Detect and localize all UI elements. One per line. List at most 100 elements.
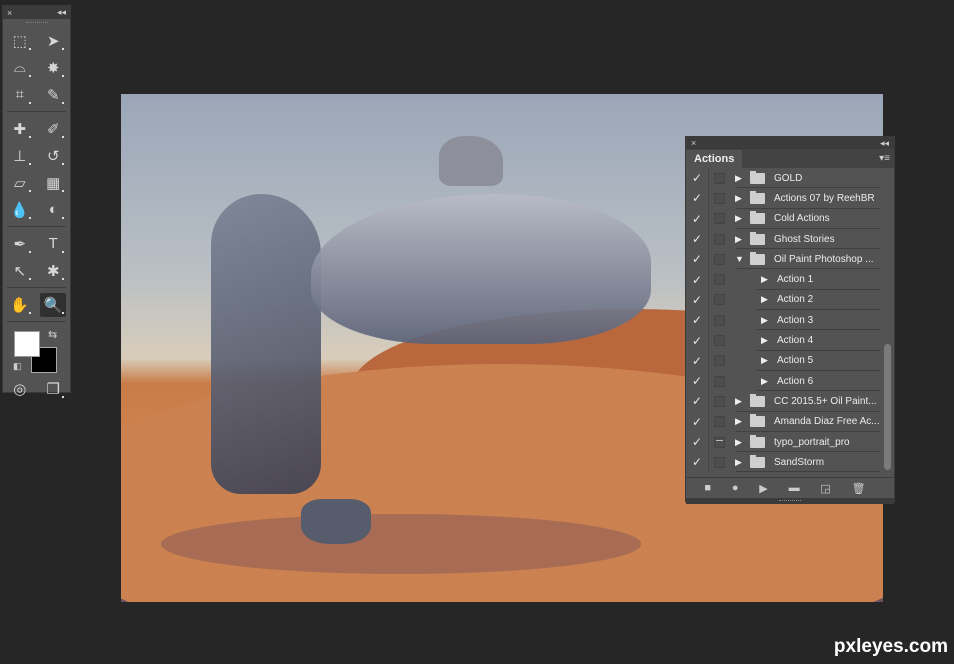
screen-mode-icon[interactable]: ❐	[40, 377, 66, 401]
dialog-toggle[interactable]	[714, 335, 725, 347]
action-item[interactable]: ✓ ▶ Action 6	[686, 370, 894, 392]
eyedropper-tool-icon[interactable]: ✎	[40, 83, 66, 107]
resize-grip[interactable]	[686, 498, 894, 504]
toggle-checkmark-icon[interactable]: ✓	[686, 293, 708, 307]
toggle-checkmark-icon[interactable]: ✓	[686, 212, 708, 226]
panel-menu-icon[interactable]: ▾≡	[879, 153, 890, 164]
action-item[interactable]: ✓ ▶ Action 2	[686, 289, 894, 311]
disclosure-closed-icon[interactable]: ▶	[735, 193, 745, 204]
foreground-color-swatch[interactable]	[14, 331, 40, 357]
disclosure-closed-icon[interactable]: ▶	[735, 416, 745, 427]
dialog-toggle[interactable]	[714, 375, 725, 387]
disclosure-closed-icon[interactable]: ▶	[761, 274, 771, 285]
magic-wand-tool-icon[interactable]: ✸	[40, 56, 66, 80]
toggle-checkmark-icon[interactable]: ✓	[686, 232, 708, 246]
scrollbar[interactable]	[884, 174, 891, 474]
toggle-checkmark-icon[interactable]: ✓	[686, 191, 708, 205]
eraser-tool-icon[interactable]: ▱	[7, 171, 33, 195]
rectangular-marquee-tool-icon[interactable]: ⬚	[7, 29, 33, 53]
play-icon[interactable]: ▶	[759, 482, 767, 495]
toggle-checkmark-icon[interactable]: ✓	[686, 455, 708, 469]
action-set-item[interactable]: ✓ ▶ GOLD	[686, 168, 894, 189]
delete-icon[interactable]: 🗑	[852, 482, 866, 495]
action-set-item[interactable]: ✓ ▶ CC 2015.5+ Oil Paint...	[686, 391, 894, 412]
dialog-toggle[interactable]	[714, 436, 725, 448]
dialog-toggle[interactable]	[714, 253, 725, 265]
quick-mask-icon[interactable]: ◎	[7, 377, 33, 401]
actions-titlebar[interactable]: × ◂◂	[686, 137, 894, 149]
tab-actions[interactable]: Actions	[686, 150, 743, 168]
blur-tool-icon[interactable]: 💧	[7, 198, 33, 222]
disclosure-closed-icon[interactable]: ▶	[735, 457, 745, 468]
pen-tool-icon[interactable]: ✒	[7, 232, 33, 256]
dialog-toggle[interactable]	[714, 294, 725, 306]
record-icon[interactable]: ●	[732, 482, 739, 494]
clone-stamp-tool-icon[interactable]: ⊥	[7, 144, 33, 168]
dialog-toggle[interactable]	[714, 456, 725, 468]
path-selection-tool-icon[interactable]: ↖	[7, 259, 33, 283]
action-set-item[interactable]: ✓ ▶ Cold Actions	[686, 208, 894, 229]
brush-tool-icon[interactable]: ✐	[40, 117, 66, 141]
disclosure-closed-icon[interactable]: ▶	[761, 355, 771, 366]
disclosure-closed-icon[interactable]: ▶	[761, 335, 771, 346]
polygonal-lasso-tool-icon[interactable]: ⌓	[7, 56, 33, 80]
action-set-item[interactable]: ✓ ▼ Oil Paint Photoshop ...	[686, 249, 894, 270]
disclosure-closed-icon[interactable]: ▶	[761, 294, 771, 305]
action-item[interactable]: ✓ ▶ Action 3	[686, 310, 894, 331]
dialog-toggle[interactable]	[714, 416, 725, 428]
dialog-toggle[interactable]	[714, 192, 725, 204]
disclosure-closed-icon[interactable]: ▶	[735, 437, 745, 448]
type-tool-icon[interactable]: T	[40, 232, 66, 256]
swap-colors-icon[interactable]: ⇆	[48, 328, 57, 341]
dialog-toggle[interactable]	[714, 395, 725, 407]
collapse-icon[interactable]: ◂◂	[880, 138, 889, 149]
dialog-toggle[interactable]	[714, 233, 725, 245]
disclosure-closed-icon[interactable]: ▶	[735, 234, 745, 245]
action-item[interactable]: ✓ ▶ Action 1	[686, 269, 894, 290]
new-set-icon[interactable]: ▬	[789, 482, 800, 494]
dialog-toggle[interactable]	[714, 213, 725, 225]
action-set-item[interactable]: ✓ ▶ Actions 07 by ReehBR	[686, 188, 894, 209]
disclosure-closed-icon[interactable]: ▶	[735, 173, 745, 184]
action-set-item[interactable]: ✓ ▶ typo_portrait_pro	[686, 431, 894, 453]
disclosure-closed-icon[interactable]: ▶	[761, 315, 771, 326]
disclosure-closed-icon[interactable]: ▶	[735, 396, 745, 407]
default-colors-icon[interactable]: ◧	[13, 361, 22, 372]
close-icon[interactable]: ×	[7, 8, 12, 18]
drag-grip[interactable]	[3, 19, 70, 27]
zoom-tool-icon[interactable]: 🔍	[40, 292, 67, 317]
dialog-toggle[interactable]	[714, 172, 725, 184]
scrollbar-thumb[interactable]	[884, 344, 891, 470]
toggle-checkmark-icon[interactable]: ✓	[686, 334, 708, 348]
disclosure-open-icon[interactable]: ▼	[735, 254, 745, 264]
new-action-icon[interactable]: ◲	[820, 482, 830, 495]
dialog-toggle[interactable]	[714, 314, 725, 326]
dialog-toggle[interactable]	[714, 274, 725, 286]
toggle-checkmark-icon[interactable]: ✓	[686, 354, 708, 368]
close-icon[interactable]: ×	[691, 138, 696, 148]
collapse-icon[interactable]: ◂◂	[57, 7, 66, 18]
crop-tool-icon[interactable]: ⌗	[7, 83, 33, 107]
spot-healing-brush-tool-icon[interactable]: ✚	[7, 117, 33, 141]
toggle-checkmark-icon[interactable]: ✓	[686, 313, 708, 327]
dialog-toggle[interactable]	[714, 355, 725, 367]
custom-shape-tool-icon[interactable]: ✱	[40, 259, 66, 283]
toggle-checkmark-icon[interactable]: ✓	[686, 435, 708, 449]
toggle-checkmark-icon[interactable]: ✓	[686, 374, 708, 388]
action-set-item[interactable]: ✓ ▶ Amanda Diaz Free Ac...	[686, 411, 894, 432]
action-set-item[interactable]: ✓ ▶ Ghost Stories	[686, 228, 894, 250]
hand-tool-icon[interactable]: ✋	[7, 293, 33, 317]
toggle-checkmark-icon[interactable]: ✓	[686, 415, 708, 429]
toggle-checkmark-icon[interactable]: ✓	[686, 394, 708, 408]
toggle-checkmark-icon[interactable]: ✓	[686, 171, 708, 185]
disclosure-closed-icon[interactable]: ▶	[761, 376, 771, 387]
history-brush-tool-icon[interactable]: ↺	[40, 144, 66, 168]
disclosure-closed-icon[interactable]: ▶	[735, 213, 745, 224]
gradient-tool-icon[interactable]: ▦	[40, 171, 66, 195]
toggle-checkmark-icon[interactable]: ✓	[686, 252, 708, 266]
action-item[interactable]: ✓ ▶ Action 4	[686, 330, 894, 351]
tools-titlebar[interactable]: × ◂◂	[3, 6, 70, 19]
stop-icon[interactable]: ■	[704, 482, 711, 494]
dodge-tool-icon[interactable]: ◐	[40, 198, 66, 222]
action-item[interactable]: ✓ ▶ Action 5	[686, 350, 894, 371]
